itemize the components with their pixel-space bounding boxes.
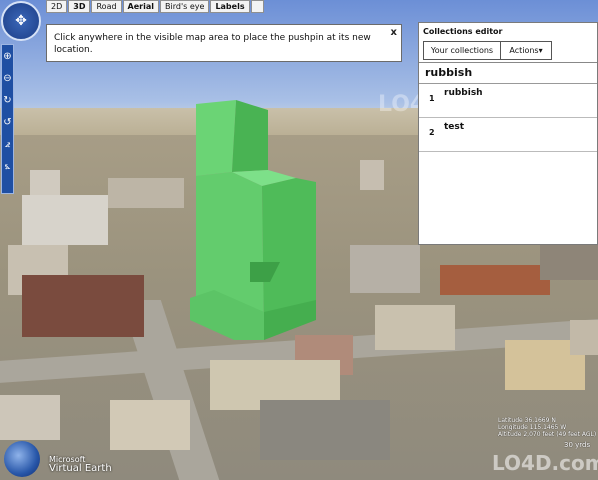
close-icon[interactable]: x <box>391 27 397 38</box>
mode-aerial[interactable]: Aerial <box>122 0 159 13</box>
navigation-compass[interactable]: ✥ <box>1 1 41 41</box>
brand-text: Microsoft Virtual Earth <box>49 455 112 474</box>
mode-birds-eye[interactable]: Bird's eye <box>160 0 210 13</box>
longitude: Longitude 115.1465 W <box>498 424 567 431</box>
collections-title: Collections editor <box>423 27 503 36</box>
navigation-toolbar: ⊕ ⊖ ↻ ↺ ⦨ ⦩ <box>1 44 14 194</box>
mode-labels[interactable]: Labels <box>210 0 250 13</box>
divider <box>419 62 597 63</box>
tab-actions[interactable]: Actions▾ <box>500 41 552 60</box>
tilt-up-icon[interactable]: ⦨ <box>2 135 13 155</box>
dropdown-arrow-icon: ▾ <box>538 46 543 55</box>
item-label[interactable]: test <box>444 122 464 132</box>
actions-label: Actions <box>509 46 539 55</box>
mode-extra[interactable] <box>250 0 264 13</box>
collections-tabs: Your collections Actions▾ <box>423 41 552 60</box>
watermark-bottom: LO4D.com <box>492 451 598 475</box>
collection-name: rubbish <box>425 66 473 79</box>
mode-3d[interactable]: 3D <box>68 0 91 13</box>
mode-2d[interactable]: 2D <box>46 0 68 13</box>
list-item[interactable]: 2 test <box>419 118 597 152</box>
tab-your-collections[interactable]: Your collections <box>423 41 501 60</box>
mode-road[interactable]: Road <box>91 0 122 13</box>
altitude: Altitude 2,070 feet (49 feet AGL) <box>498 431 597 438</box>
tilt-down-icon[interactable]: ⦩ <box>2 157 13 177</box>
compass-icon: ✥ <box>15 13 27 29</box>
pushpin-instruction-popup: Click anywhere in the visible map area t… <box>46 24 402 62</box>
brand-line2: Virtual Earth <box>49 463 112 474</box>
collections-editor: Collections editor Your collections Acti… <box>418 22 598 245</box>
virtual-earth-logo <box>4 441 40 477</box>
item-number: 2 <box>429 128 435 137</box>
position-readout: Latitude 36.1669 N Longitude 115.1465 W … <box>498 417 596 438</box>
map-mode-bar: 2D 3D Road Aerial Bird's eye Labels <box>46 0 264 13</box>
latitude: Latitude 36.1669 N <box>498 417 556 424</box>
zoom-out-icon[interactable]: ⊖ <box>2 69 13 89</box>
rotate-right-icon[interactable]: ↻ <box>2 91 13 111</box>
rotate-left-icon[interactable]: ↺ <box>2 113 13 133</box>
item-number: 1 <box>429 94 435 103</box>
popup-text: Click anywhere in the visible map area t… <box>54 33 371 55</box>
item-label[interactable]: rubbish <box>444 88 483 98</box>
scale-label: 30 yrds <box>564 441 591 449</box>
list-item[interactable]: 1 rubbish <box>419 84 597 118</box>
zoom-in-icon[interactable]: ⊕ <box>2 47 13 67</box>
